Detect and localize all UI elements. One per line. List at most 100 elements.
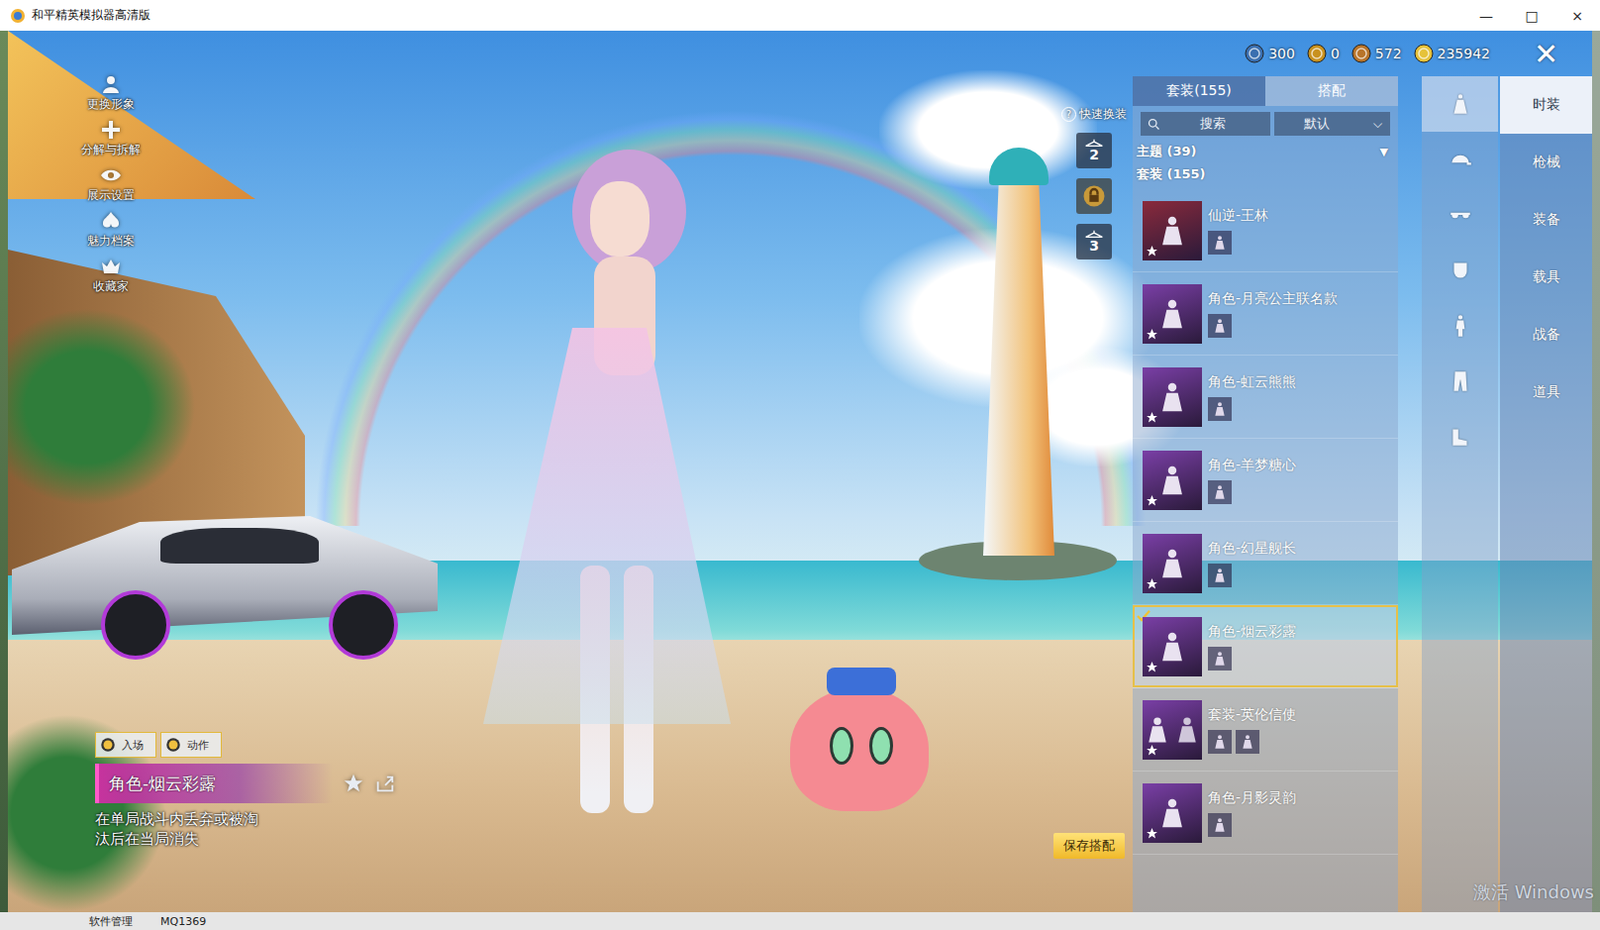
preview-info: 入场动作角色-烟云彩露在单局战斗内丢弃或被淘汰后在当局消失 (95, 731, 397, 850)
outfit-item[interactable]: 角色-幻星舰长 (1132, 521, 1399, 605)
taskbar-item[interactable]: MQ1369 (160, 914, 206, 928)
outfit-pieces (1207, 729, 1389, 754)
figure-icon (1211, 648, 1228, 669)
currency: 235942 (1413, 43, 1491, 64)
taskbar-item[interactable]: 软件管理 (89, 913, 133, 929)
outfit-thumbnail (1142, 616, 1202, 677)
left-menu: 更换形象分解与拆解展示设置魅力档案收藏家 (81, 72, 141, 297)
category-icon (1447, 423, 1474, 450)
category-icon (1447, 368, 1474, 395)
category-button[interactable] (1421, 298, 1499, 354)
outfit-thumbnail (1142, 700, 1202, 760)
mode-icon (99, 735, 117, 754)
outfit-info: 角色-羊梦糖心 (1207, 456, 1389, 504)
quick-change: ?快速换装23 (1061, 105, 1127, 260)
figure-icon (1239, 731, 1256, 752)
category-button[interactable] (1421, 408, 1499, 465)
left-menu-item[interactable]: 更换形象 (87, 72, 135, 114)
category-button[interactable] (1421, 187, 1499, 243)
sort-dropdown[interactable]: 默认⌵ (1274, 111, 1391, 136)
category-button[interactable] (1421, 131, 1499, 188)
currency: 572 (1351, 43, 1402, 64)
outfit-info: 角色-幻星舰长 (1207, 539, 1389, 588)
outfit-item[interactable]: 角色-烟云彩露 (1132, 604, 1399, 689)
outfit-info: 角色-月亮公主联名款 (1207, 290, 1389, 338)
star-icon (1145, 743, 1159, 757)
main-nav: 时装枪械装备载具战备道具 (1500, 76, 1593, 912)
outfit-pieces (1207, 563, 1389, 588)
figure-icon (1155, 621, 1190, 672)
menu-icon (99, 117, 123, 142)
outfit-panel: 套装(155)搭配搜索默认⌵主题 (39)▼套装 (155)仙逆-王林角色-月亮… (1132, 76, 1399, 912)
mode-button[interactable]: 动作 (160, 731, 222, 758)
outfit-name-row: 角色-烟云彩露 (95, 763, 397, 803)
nav-item[interactable]: 道具 (1500, 363, 1593, 421)
hud: 更换形象分解与拆解展示设置魅力档案收藏家?快速换装23入场动作角色-烟云彩露在单… (7, 30, 1593, 912)
currency: 300 (1244, 43, 1296, 64)
currency: 0 (1306, 43, 1340, 64)
window-body: 更换形象分解与拆解展示设置魅力档案收藏家?快速换装23入场动作角色-烟云彩露在单… (0, 30, 1600, 912)
nav-item[interactable]: 战备 (1500, 305, 1593, 364)
outfit-item[interactable]: 仙逆-王林 (1132, 189, 1399, 273)
close-button[interactable]: ✕ (1500, 36, 1593, 72)
left-menu-item[interactable]: 收藏家 (93, 254, 129, 297)
outfit-item[interactable]: 角色-虹云熊熊 (1132, 355, 1399, 439)
outfit-thumbnail (1142, 533, 1202, 594)
character-model[interactable] (433, 149, 731, 823)
stage: 更换形象分解与拆解展示设置魅力档案收藏家?快速换装23入场动作角色-烟云彩露在单… (7, 30, 1133, 912)
outfit-pieces (1207, 313, 1389, 338)
panel-tabs: 套装(155)搭配 (1132, 76, 1399, 106)
outfit-slot[interactable] (1076, 178, 1112, 214)
piece-thumbnail (1207, 812, 1232, 837)
outfit-slot[interactable]: 3 (1076, 223, 1112, 260)
outfit-item[interactable]: 角色-月影灵韵 (1132, 771, 1399, 855)
left-menu-item[interactable]: 展示设置 (87, 163, 135, 205)
outfit-thumbnail (1142, 783, 1202, 843)
piece-thumbnail (1207, 480, 1232, 504)
left-menu-item[interactable]: 分解与拆解 (81, 117, 141, 160)
menu-icon (99, 254, 123, 279)
outfit-thumbnail (1142, 450, 1202, 510)
window-control-button[interactable]: — (1463, 7, 1509, 24)
outfit-item[interactable]: 角色-羊梦糖心 (1132, 438, 1399, 522)
outfit-info: 套装-英伦信使 (1207, 705, 1389, 754)
sail (7, 30, 256, 200)
help-icon[interactable]: ? (1061, 106, 1077, 122)
panel-tab[interactable]: 搭配 (1265, 76, 1399, 106)
nav-item[interactable]: 装备 (1500, 191, 1593, 249)
piece-thumbnail (1207, 729, 1232, 754)
nav-item[interactable]: 枪械 (1500, 133, 1593, 192)
window-title: 和平精英模拟器高清版 (31, 6, 151, 24)
category-button[interactable] (1421, 353, 1499, 409)
outfit-item[interactable]: 套装-英伦信使 (1132, 688, 1399, 772)
favorite-star-icon[interactable] (342, 772, 365, 795)
figure-icon (1211, 814, 1228, 835)
star-icon (1145, 826, 1159, 840)
outfit-pieces (1207, 397, 1389, 421)
share-icon[interactable] (374, 772, 397, 795)
piece-thumbnail (1207, 646, 1232, 671)
outfit-description: 在单局战斗内丢弃或被淘汰后在当局消失 (95, 808, 259, 850)
nav-item[interactable]: 载具 (1500, 248, 1593, 306)
window-control-button[interactable]: × (1554, 7, 1600, 24)
nav-item[interactable]: 时装 (1500, 76, 1593, 134)
theme-header[interactable]: 主题 (39)▼ (1132, 139, 1399, 163)
mode-button[interactable]: 入场 (95, 731, 157, 758)
outfit-info: 角色-虹云熊熊 (1207, 373, 1389, 421)
wardrobe-side: 3000572235942✕套装(155)搭配搜索默认⌵主题 (39)▼套装 (… (1132, 30, 1593, 912)
panel-tab[interactable]: 套装(155) (1132, 76, 1266, 106)
window-control-button[interactable]: □ (1508, 7, 1555, 24)
outfit-item[interactable]: 角色-月亮公主联名款 (1132, 272, 1399, 356)
category-button[interactable] (1421, 242, 1499, 299)
hanger-icon (1084, 228, 1104, 239)
star-icon (1145, 244, 1159, 258)
star-icon (1145, 410, 1159, 424)
category-button[interactable] (1421, 76, 1499, 132)
outfit-slot[interactable]: 2 (1076, 132, 1112, 169)
mode-icon (164, 735, 183, 754)
figure-icon (1155, 538, 1190, 589)
left-menu-item[interactable]: 魅力档案 (87, 208, 135, 251)
search-field[interactable]: 搜索 (1140, 111, 1271, 136)
save-outfit-button[interactable]: 保存搭配 (1053, 832, 1125, 859)
pet (785, 659, 934, 818)
